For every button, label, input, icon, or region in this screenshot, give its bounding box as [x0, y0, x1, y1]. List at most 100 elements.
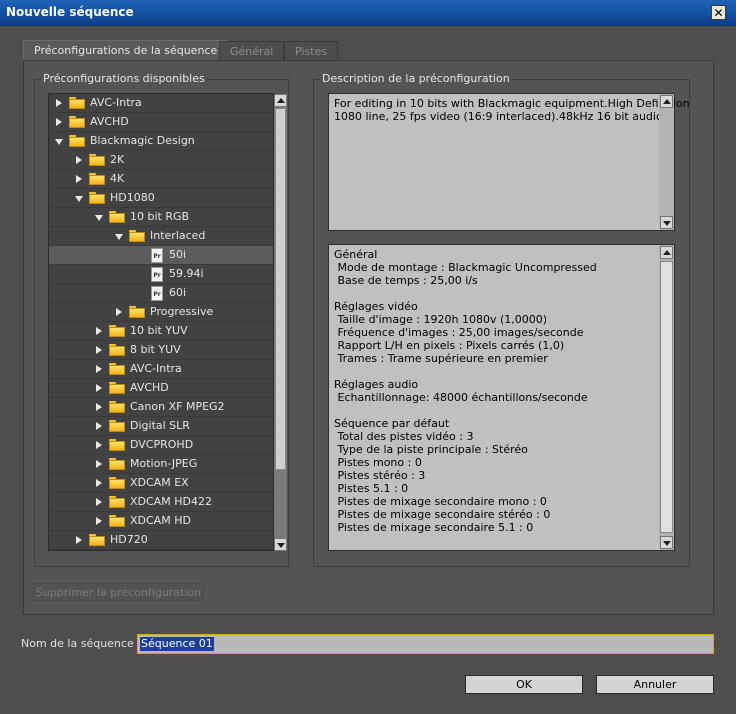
folder-icon [109, 401, 125, 413]
chevron-right-icon[interactable] [96, 441, 102, 449]
tree-item-folder[interactable]: Digital SLR [49, 417, 273, 436]
chevron-right-icon[interactable] [96, 403, 102, 411]
scroll-down-button[interactable] [274, 538, 287, 551]
tree-item-label: Motion-JPEG [130, 457, 198, 470]
tree-item-folder[interactable]: AVCHD [49, 113, 273, 132]
preset-file-icon: Pr [151, 286, 163, 301]
arrow-down-icon [663, 221, 671, 226]
summary-textbox[interactable]: For editing in 10 bits with Blackmagic e… [328, 93, 690, 231]
tree-item-folder[interactable]: XDCAM HD [49, 512, 273, 531]
tree-item-folder[interactable]: 2K [49, 151, 273, 170]
tree-item-preset[interactable]: Pr 59.94i [49, 265, 273, 284]
chevron-right-icon[interactable] [96, 498, 102, 506]
folder-icon [89, 173, 105, 185]
tab-general[interactable]: Général [219, 41, 285, 60]
presets-tree[interactable]: AVC-Intra AVCHD Blackmagic Design 2K 4K HD108… [48, 93, 274, 551]
arrow-up-icon [277, 98, 285, 103]
sequence-name-label: Nom de la séquence : [21, 637, 141, 650]
tree-item-folder[interactable]: Progressive [49, 303, 273, 322]
tree-item-label: 2K [110, 153, 125, 166]
tree-item-folder[interactable]: AVCHD [49, 379, 273, 398]
chevron-right-icon[interactable] [56, 99, 62, 107]
tree-item-label: Blackmagic Design [90, 134, 195, 147]
details-scrollbar[interactable] [659, 245, 674, 550]
folder-icon [109, 439, 125, 451]
chevron-right-icon[interactable] [96, 365, 102, 373]
sequence-name-input[interactable]: Séquence 01 [137, 634, 714, 654]
tree-item-folder[interactable]: HD1080 [49, 189, 273, 208]
chevron-right-icon[interactable] [76, 536, 82, 544]
scroll-thumb[interactable] [275, 108, 286, 470]
close-button[interactable]: ✕ [711, 5, 726, 20]
tree-item-label: 50i [169, 248, 187, 261]
ok-button[interactable]: OK [465, 675, 583, 694]
chevron-right-icon[interactable] [96, 479, 102, 487]
folder-icon [129, 230, 145, 242]
tree-item-label: Interlaced [150, 229, 206, 242]
window-title: Nouvelle séquence [6, 5, 134, 19]
tree-item-preset[interactable]: Pr 60i [49, 284, 273, 303]
tree-item-folder[interactable]: AVC-Intra [49, 94, 273, 113]
details-scroll-down[interactable] [660, 536, 673, 549]
preset-file-icon: Pr [151, 267, 163, 282]
tree-item-label: 8 bit YUV [130, 343, 181, 356]
chevron-right-icon[interactable] [56, 118, 62, 126]
folder-icon [89, 192, 105, 204]
chevron-right-icon[interactable] [76, 175, 82, 183]
tree-item-folder[interactable]: DVCPROHD [49, 436, 273, 455]
folder-icon [109, 515, 125, 527]
tree-item-label: 4K [110, 172, 125, 185]
chevron-right-icon[interactable] [96, 327, 102, 335]
sequence-name-value: Séquence 01 [140, 637, 214, 651]
tree-scrollbar[interactable] [274, 94, 287, 551]
tree-item-folder[interactable]: 8 bit YUV [49, 341, 273, 360]
tree-item-label: Canon XF MPEG2 [130, 400, 225, 413]
details-scroll-thumb[interactable] [660, 261, 673, 533]
details-text: Général Mode de montage : Blackmagic Unc… [334, 248, 597, 534]
delete-preset-button[interactable]: Supprimer la préconfiguration [33, 583, 204, 601]
tree-item-folder[interactable]: 10 bit RGB [49, 208, 273, 227]
tree-item-folder[interactable]: HD720 [49, 531, 273, 550]
chevron-down-icon[interactable] [55, 139, 63, 145]
chevron-right-icon[interactable] [76, 156, 82, 164]
tree-item-folder[interactable]: Blackmagic Design [49, 132, 273, 151]
tree-item-folder[interactable]: AVC-Intra [49, 360, 273, 379]
folder-icon [69, 97, 85, 109]
chevron-right-icon[interactable] [96, 384, 102, 392]
tree-item-label: HD720 [110, 533, 148, 546]
chevron-down-icon[interactable] [95, 215, 103, 221]
tab-tracks[interactable]: Pistes [284, 41, 338, 60]
summary-scroll-up[interactable] [660, 95, 673, 108]
folder-icon [109, 458, 125, 470]
cancel-button[interactable]: Annuler [596, 675, 714, 694]
scroll-up-button[interactable] [274, 94, 287, 107]
tree-item-folder[interactable]: Canon XF MPEG2 [49, 398, 273, 417]
tree-item-folder[interactable]: XDCAM HD422 [49, 493, 273, 512]
title-bar: Nouvelle séquence ✕ [0, 0, 736, 26]
tree-item-label: 59.94i [169, 267, 204, 280]
details-scroll-up[interactable] [660, 246, 673, 259]
summary-scroll-down[interactable] [660, 216, 673, 229]
chevron-right-icon[interactable] [116, 308, 122, 316]
chevron-right-icon[interactable] [96, 460, 102, 468]
tree-item-folder[interactable]: XDCAM EX [49, 474, 273, 493]
tree-item-folder[interactable]: 4K [49, 170, 273, 189]
tree-item-folder[interactable]: Motion-JPEG [49, 455, 273, 474]
tab-presets[interactable]: Préconfigurations de la séquence [23, 40, 229, 61]
folder-icon [89, 534, 105, 546]
chevron-right-icon[interactable] [96, 422, 102, 430]
tree-item-label: Progressive [150, 305, 214, 318]
folder-icon [129, 306, 145, 318]
chevron-down-icon[interactable] [75, 196, 83, 202]
tree-item-label: 10 bit RGB [130, 210, 190, 223]
arrow-up-icon [663, 250, 671, 255]
folder-icon [109, 325, 125, 337]
details-textbox[interactable]: Général Mode de montage : Blackmagic Unc… [328, 244, 675, 551]
chevron-right-icon[interactable] [96, 346, 102, 354]
tree-item-folder[interactable]: Interlaced [49, 227, 273, 246]
tree-item-folder[interactable]: 10 bit YUV [49, 322, 273, 341]
summary-scrollbar[interactable] [659, 94, 674, 230]
chevron-down-icon[interactable] [115, 234, 123, 240]
tree-item-preset[interactable]: Pr 50i [49, 246, 273, 265]
chevron-right-icon[interactable] [96, 517, 102, 525]
